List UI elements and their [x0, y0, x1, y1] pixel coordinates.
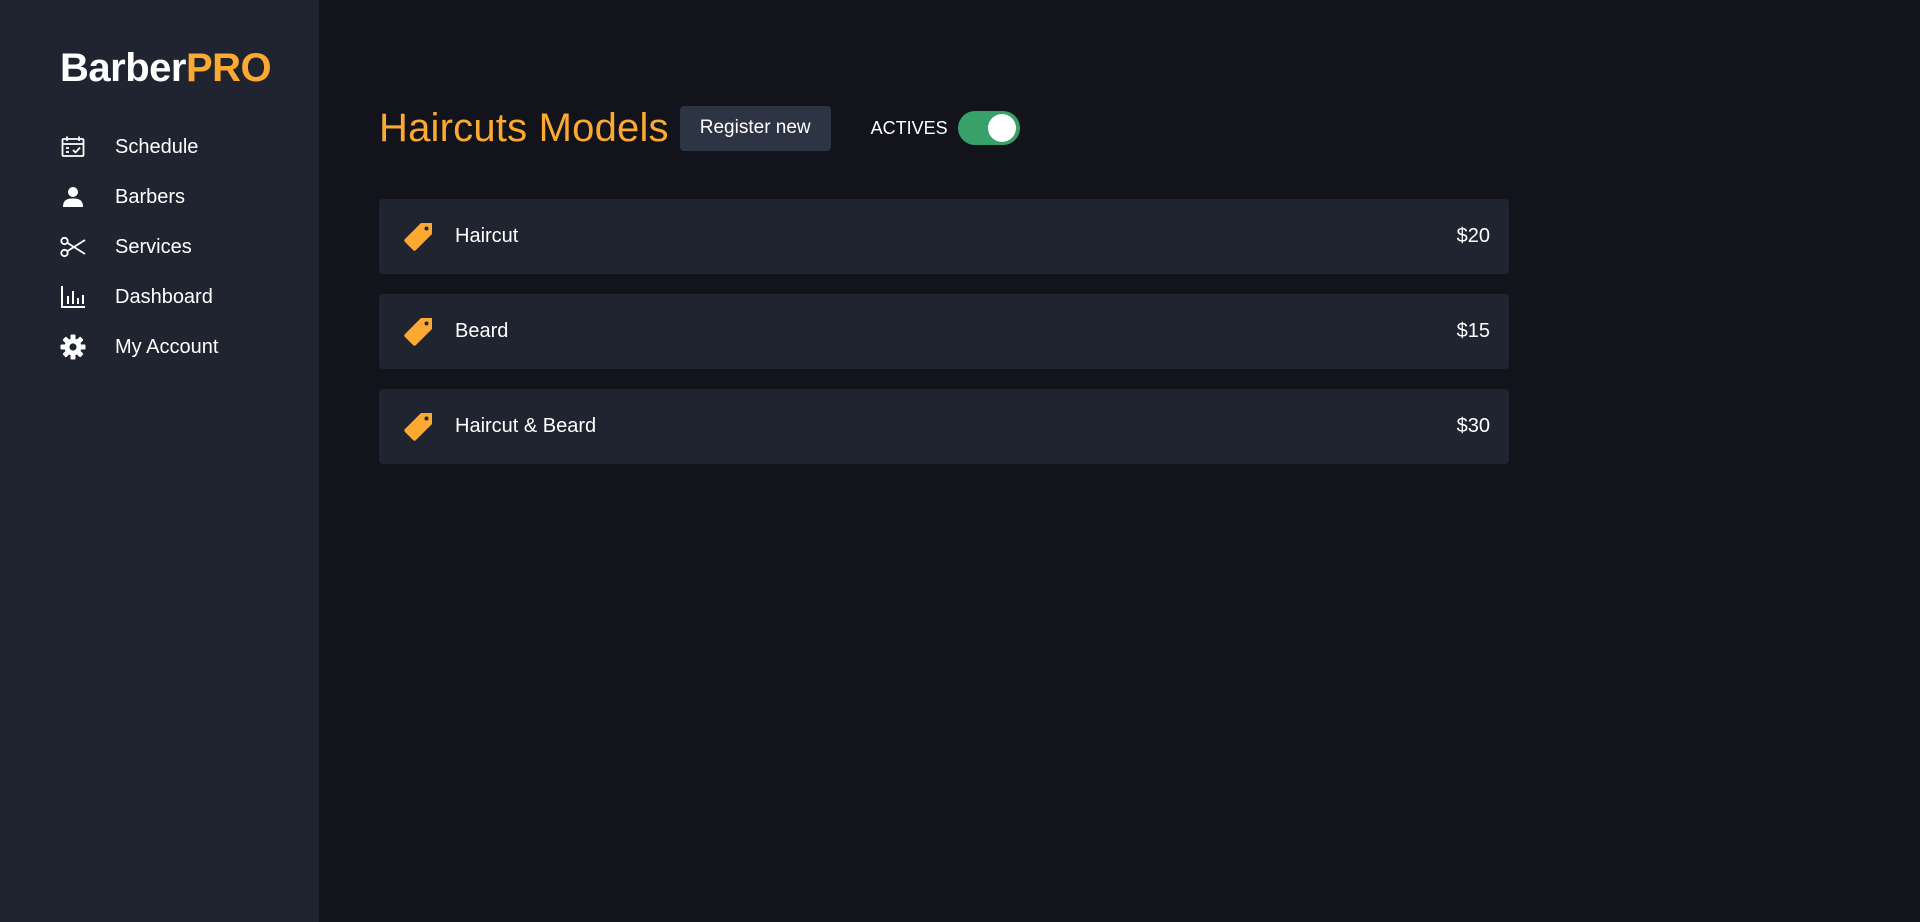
- sidebar-item-dashboard[interactable]: Dashboard: [60, 272, 319, 322]
- service-row-beard[interactable]: Beard $15: [379, 294, 1509, 369]
- actives-toggle[interactable]: [957, 111, 1020, 145]
- main-content: Haircuts Models Register new ACTIVES Hai…: [319, 0, 1920, 922]
- tag-icon: [401, 315, 435, 349]
- actives-toggle-group: ACTIVES: [871, 111, 1020, 145]
- services-list: Haircut $20 Beard $15 Haircut & Beard $3…: [379, 199, 1509, 464]
- sidebar-item-label: Dashboard: [115, 285, 213, 308]
- service-price: $20: [1456, 225, 1490, 247]
- sidebar-nav: Schedule Barbers Services Dashboard My A…: [60, 122, 319, 372]
- register-new-button[interactable]: Register new: [679, 105, 831, 151]
- sidebar-item-label: Barbers: [115, 185, 186, 208]
- service-price: $30: [1456, 415, 1490, 437]
- brand-name-part2: PRO: [185, 46, 272, 90]
- brand-name-part1: Barber: [60, 46, 186, 90]
- sidebar-item-services[interactable]: Services: [60, 222, 319, 272]
- gear-icon: [60, 334, 86, 360]
- service-name: Haircut: [455, 225, 519, 247]
- service-row-haircut-beard[interactable]: Haircut & Beard $30: [379, 389, 1509, 464]
- tag-icon: [401, 220, 435, 254]
- sidebar-item-barbers[interactable]: Barbers: [60, 172, 319, 222]
- sidebar-item-label: Schedule: [115, 135, 199, 158]
- sidebar-item-my-account[interactable]: My Account: [60, 322, 319, 372]
- service-name: Haircut & Beard: [455, 415, 597, 437]
- sidebar-item-schedule[interactable]: Schedule: [60, 122, 319, 172]
- actives-toggle-label: ACTIVES: [870, 117, 948, 138]
- service-name: Beard: [455, 320, 509, 342]
- sidebar-item-label: Services: [115, 235, 192, 258]
- service-row-haircut[interactable]: Haircut $20: [379, 199, 1509, 274]
- sidebar: BarberPRO Schedule Barbers Services Dash…: [0, 0, 319, 922]
- calendar-check-icon: [60, 134, 86, 160]
- page-title: Haircuts Models: [379, 105, 669, 150]
- tag-icon: [401, 410, 435, 444]
- page-header: Haircuts Models Register new ACTIVES: [379, 104, 1920, 152]
- bar-chart-icon: [60, 284, 86, 310]
- toggle-knob: [987, 114, 1016, 142]
- sidebar-item-label: My Account: [115, 335, 219, 358]
- app-root: BarberPRO Schedule Barbers Services Dash…: [0, 0, 1920, 922]
- user-icon: [60, 184, 86, 210]
- brand-logo[interactable]: BarberPRO: [60, 44, 272, 92]
- scissors-icon: [60, 234, 86, 260]
- service-price: $15: [1456, 320, 1490, 342]
